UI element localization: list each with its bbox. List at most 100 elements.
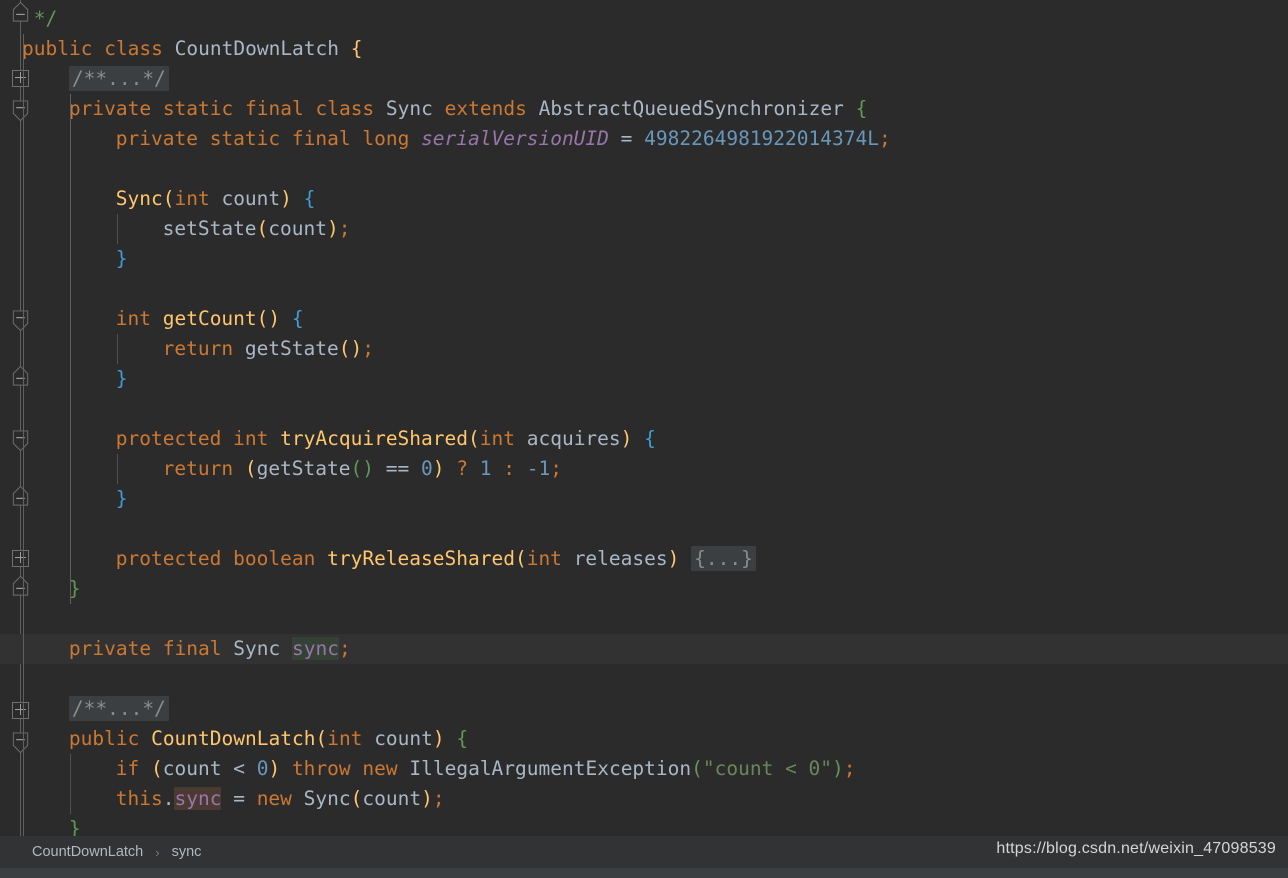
code-line[interactable]: }: [0, 484, 1288, 514]
code-token: ;: [550, 457, 562, 480]
code-line-text: if (count < 0) throw new IllegalArgument…: [116, 754, 856, 784]
code-line[interactable]: }: [0, 574, 1288, 604]
code-token: class: [104, 37, 163, 60]
code-line-text: this.sync = new Sync(count);: [116, 784, 445, 814]
code-line[interactable]: private final Sync sync;: [0, 634, 1288, 664]
code-line[interactable]: private static final long serialVersionU…: [0, 124, 1288, 154]
breadcrumb-separator-icon: ›: [155, 844, 160, 860]
code-editor[interactable]: * @since 1.5 */public class CountDownLat…: [0, 0, 1288, 836]
code-token: serialVersionUID: [421, 127, 609, 150]
folded-region-badge[interactable]: /**...*/: [68, 696, 169, 721]
code-token: "count < 0": [702, 757, 833, 780]
code-token: -1: [526, 457, 551, 480]
code-line[interactable]: [0, 604, 1288, 634]
code-token: private: [68, 97, 152, 120]
breadcrumb-item-field[interactable]: sync: [170, 844, 204, 860]
code-token: int: [479, 427, 515, 450]
code-token: count: [362, 787, 422, 810]
code-line[interactable]: }: [0, 244, 1288, 274]
code-line[interactable]: [0, 154, 1288, 184]
code-token: 0: [256, 757, 269, 780]
code-token: public: [68, 727, 140, 750]
code-token: (: [244, 457, 257, 480]
code-token: ;: [362, 337, 374, 360]
code-line-text: return getState();: [163, 334, 374, 364]
code-token: final: [291, 127, 351, 150]
code-line-text: /**...*/: [68, 694, 169, 724]
code-token: }: [115, 487, 128, 510]
code-line[interactable]: [0, 664, 1288, 694]
code-line[interactable]: this.sync = new Sync(count);: [0, 784, 1288, 814]
code-line[interactable]: return (getState() == 0) ? 1 : -1;: [0, 454, 1288, 484]
code-token: private: [68, 637, 152, 660]
code-line[interactable]: int getCount() {: [0, 304, 1288, 334]
code-token: */: [22, 7, 58, 30]
code-token: 4982264981922014374L: [644, 127, 879, 150]
code-token: (): [256, 307, 281, 330]
code-line[interactable]: /**...*/: [0, 694, 1288, 724]
code-line[interactable]: }: [0, 814, 1288, 836]
breadcrumb-item-class[interactable]: CountDownLatch: [30, 844, 145, 860]
code-token: final: [162, 637, 222, 660]
code-line[interactable]: private static final class Sync extends …: [0, 94, 1288, 124]
code-line[interactable]: return getState();: [0, 334, 1288, 364]
code-line[interactable]: public CountDownLatch(int count) {: [0, 724, 1288, 754]
code-token: ;: [338, 217, 351, 240]
code-token: int: [233, 427, 269, 450]
code-token: Sync: [303, 787, 351, 810]
code-line[interactable]: setState(count);: [0, 214, 1288, 244]
code-token: (: [256, 217, 269, 240]
code-token: acquires: [526, 427, 621, 450]
code-token: new: [362, 757, 398, 780]
code-line[interactable]: public class CountDownLatch {: [0, 34, 1288, 64]
code-line[interactable]: protected int tryAcquireShared(int acqui…: [0, 424, 1288, 454]
code-token: count: [374, 727, 433, 750]
folded-region-badge[interactable]: /**...*/: [68, 66, 169, 91]
code-line[interactable]: [0, 514, 1288, 544]
code-line[interactable]: /**...*/: [0, 64, 1288, 94]
code-token: sync: [291, 637, 339, 660]
code-line[interactable]: }: [0, 364, 1288, 394]
code-line[interactable]: if (count < 0) throw new IllegalArgument…: [0, 754, 1288, 784]
code-line-text: }: [116, 484, 128, 514]
code-line[interactable]: protected boolean tryReleaseShared(int r…: [0, 544, 1288, 574]
code-token: ): [832, 757, 844, 780]
code-token: count: [221, 187, 281, 210]
code-token: =: [233, 787, 245, 810]
code-line[interactable]: [0, 274, 1288, 304]
code-token: {: [855, 97, 868, 120]
code-line-text: }: [69, 814, 81, 836]
code-line[interactable]: */: [0, 4, 1288, 34]
code-token: new: [256, 787, 292, 810]
code-line[interactable]: Sync(int count) {: [0, 184, 1288, 214]
code-line[interactable]: [0, 394, 1288, 424]
code-token: (: [162, 187, 175, 210]
folded-region-badge[interactable]: {...}: [691, 546, 756, 571]
code-content[interactable]: * @since 1.5 */public class CountDownLat…: [0, 0, 1288, 836]
code-token: ;: [432, 787, 445, 810]
code-token: getCount: [162, 307, 257, 330]
code-token: static: [209, 127, 281, 150]
